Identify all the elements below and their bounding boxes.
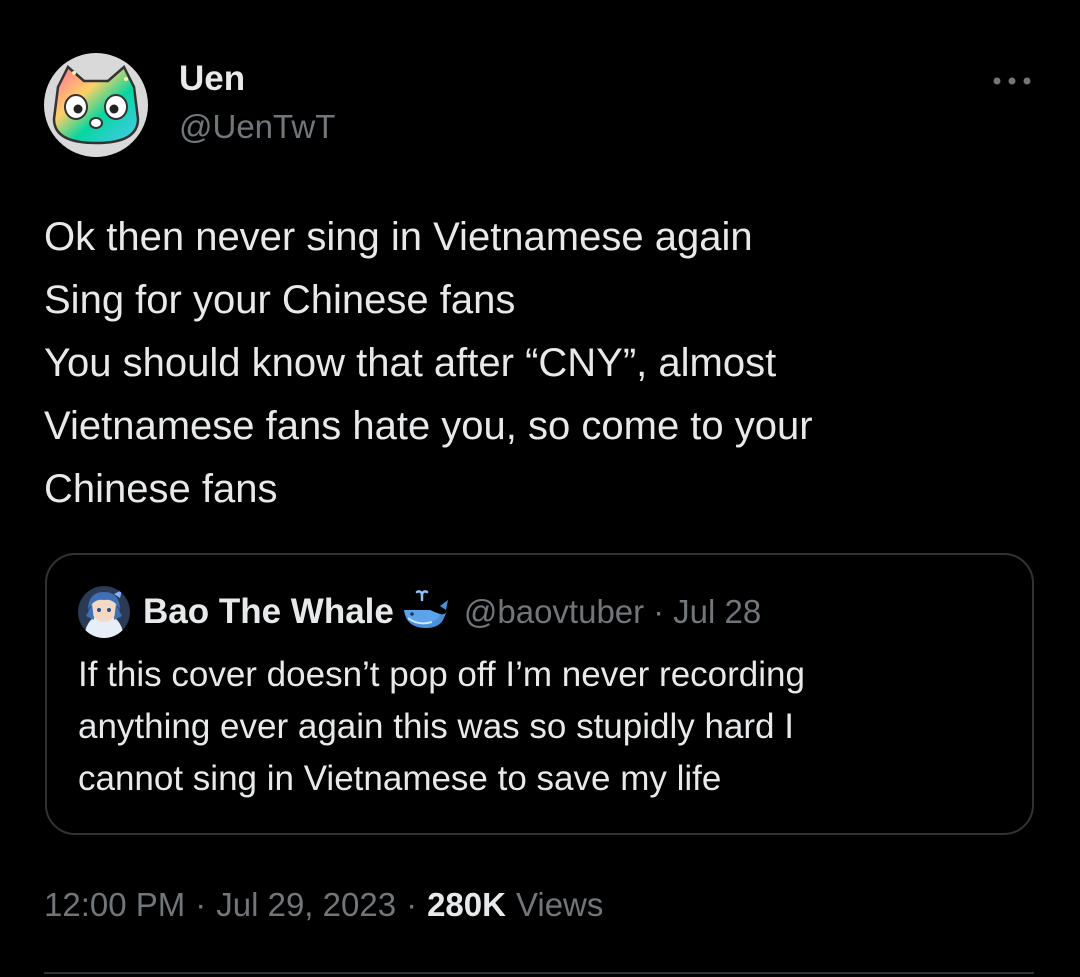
author-avatar[interactable] bbox=[44, 53, 148, 157]
separator-dot: · bbox=[195, 886, 207, 923]
author-display-name[interactable]: Uen bbox=[179, 57, 335, 101]
quoted-author-name[interactable]: Bao The Whale bbox=[143, 592, 394, 632]
quoted-text-line: If this cover doesn’t pop off I’m never … bbox=[78, 655, 805, 694]
author-handle[interactable]: @UenTwT bbox=[179, 105, 335, 149]
cat-face-avatar-icon bbox=[44, 53, 148, 157]
tweet-text-line: Ok then never sing in Vietnamese again bbox=[44, 215, 753, 259]
tweet-time[interactable]: 12:00 PM bbox=[44, 886, 185, 924]
separator-dot: · bbox=[406, 886, 418, 923]
anime-character-avatar-icon bbox=[78, 586, 130, 638]
quoted-tweet-card[interactable]: Bao The Whale @baovtuber · Jul 28 If thi… bbox=[45, 553, 1034, 835]
tweet-date[interactable]: Jul 29, 2023 bbox=[216, 886, 396, 924]
quoted-author-avatar[interactable] bbox=[78, 586, 130, 638]
views-count[interactable]: 280K bbox=[427, 886, 506, 924]
tweet-meta: 12:00 PM · Jul 29, 2023 · 280K Views bbox=[44, 880, 603, 930]
quoted-tweet-date[interactable]: Jul 28 bbox=[673, 593, 761, 631]
more-options-button[interactable] bbox=[988, 63, 1036, 99]
tweet-text-line: Chinese fans bbox=[44, 467, 278, 511]
separator-dot: · bbox=[653, 593, 665, 630]
quoted-author-handle[interactable]: @baovtuber bbox=[464, 593, 644, 631]
quoted-tweet-text: If this cover doesn’t pop off I’m never … bbox=[78, 649, 1008, 805]
whale-icon bbox=[402, 590, 450, 634]
quoted-text-line: cannot sing in Vietnamese to save my lif… bbox=[78, 759, 722, 798]
views-label: Views bbox=[515, 886, 604, 923]
divider bbox=[44, 972, 1034, 974]
quoted-tweet-header: Bao The Whale @baovtuber · Jul 28 bbox=[78, 585, 761, 639]
author-names: Uen @UenTwT bbox=[179, 57, 335, 149]
tweet-text-line: You should know that after “CNY”, almost bbox=[44, 341, 777, 385]
tweet-author: Uen @UenTwT bbox=[44, 53, 1034, 163]
tweet-text-line: Vietnamese fans hate you, so come to you… bbox=[44, 404, 813, 448]
quoted-text-line: anything ever again this was so stupidly… bbox=[78, 707, 794, 746]
more-horizontal-icon bbox=[993, 77, 1031, 85]
tweet-text: Ok then never sing in Vietnamese again S… bbox=[44, 206, 1004, 521]
tweet-text-line: Sing for your Chinese fans bbox=[44, 278, 516, 322]
